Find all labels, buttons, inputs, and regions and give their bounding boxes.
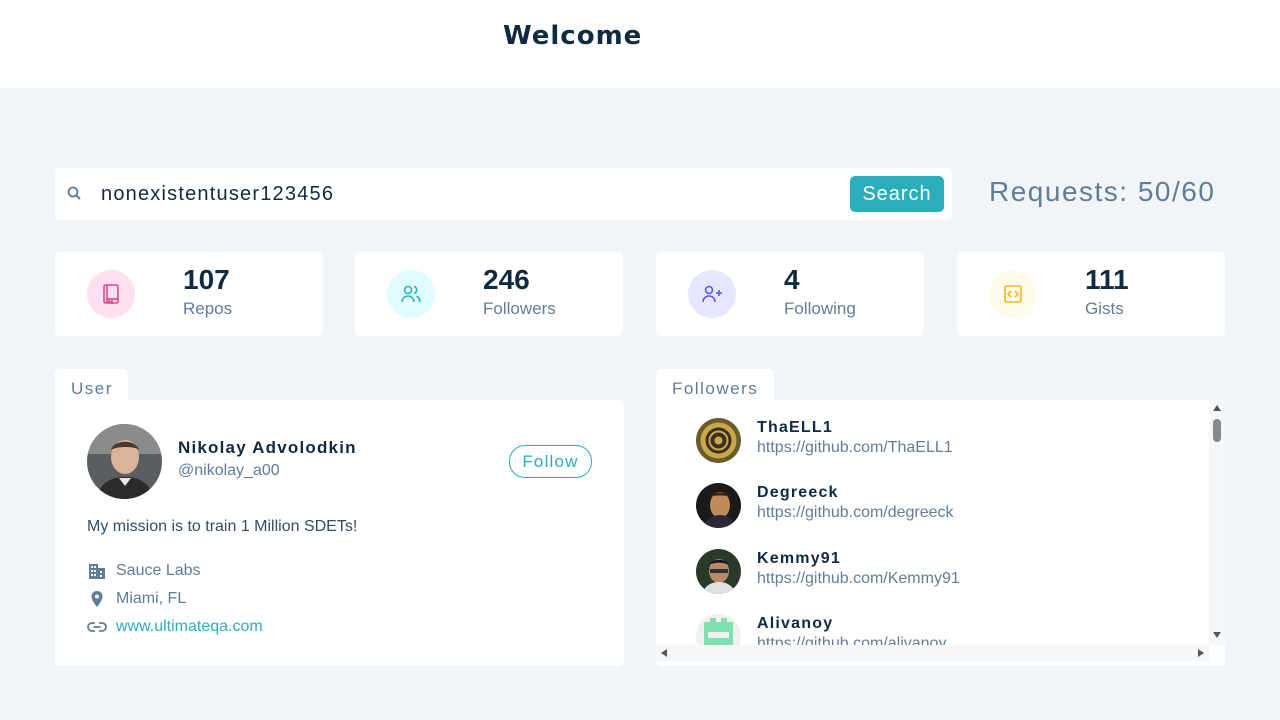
user-handle: @nikolay_a00 (178, 462, 280, 479)
top-bar: Welcome (0, 0, 1280, 88)
location-pin-icon (87, 589, 107, 609)
follower-name: ThaELL1 (757, 419, 833, 436)
follower-url[interactable]: https://github.com/degreeck (757, 504, 954, 522)
book-icon (87, 270, 135, 318)
stat-label: Gists (1085, 299, 1124, 318)
location-text: Miami, FL (116, 590, 187, 607)
follow-button[interactable]: Follow (509, 445, 592, 478)
blog-link[interactable]: www.ultimateqa.com (116, 618, 263, 636)
followers-card-tab: Followers (656, 369, 774, 401)
search-input[interactable] (101, 178, 801, 210)
building-icon (87, 561, 107, 581)
stat-card-following: 4 Following (656, 252, 924, 336)
user-bio: My mission is to train 1 Million SDETs! (87, 518, 358, 535)
user-location: Miami, FL (87, 588, 186, 610)
stat-value: 111 (1085, 264, 1129, 295)
follower-name: Degreeck (757, 484, 839, 501)
follower-url[interactable]: https://github.com/alivanoy (757, 635, 946, 645)
follower-url[interactable]: https://github.com/Kemmy91 (757, 570, 960, 588)
scroll-down-icon[interactable] (1213, 632, 1221, 638)
follower-avatar (696, 418, 741, 463)
user-plus-icon (688, 270, 736, 318)
link-icon (87, 617, 107, 637)
scroll-thumb[interactable] (1213, 419, 1221, 442)
followers-list[interactable]: ThaELL1 https://github.com/ThaELL1 Degre… (656, 400, 1209, 645)
scroll-left-icon[interactable] (661, 649, 667, 657)
code-icon (989, 270, 1037, 318)
stat-card-repos: 107 Repos (55, 252, 323, 336)
vertical-scrollbar[interactable] (1209, 400, 1225, 645)
stat-card-followers: 246 Followers (355, 252, 623, 336)
user-name: Nikolay Advolodkin (178, 438, 357, 457)
stat-card-gists: 111 Gists (957, 252, 1225, 336)
follower-item[interactable]: Kemmy91 https://github.com/Kemmy91 (696, 549, 1176, 599)
followers-card: ThaELL1 https://github.com/ThaELL1 Degre… (656, 400, 1225, 666)
page-title: Welcome (503, 21, 643, 51)
follower-avatar (696, 483, 741, 528)
users-icon (387, 270, 435, 318)
horizontal-scrollbar[interactable] (656, 645, 1209, 661)
scroll-up-icon[interactable] (1213, 405, 1221, 411)
user-card: Nikolay Advolodkin @nikolay_a00 Follow M… (55, 400, 624, 666)
stat-label: Repos (183, 299, 233, 318)
company-text: Sauce Labs (116, 562, 201, 579)
follower-name: Kemmy91 (757, 550, 842, 567)
scroll-right-icon[interactable] (1198, 649, 1204, 657)
follower-item[interactable]: Alivanoy https://github.com/alivanoy (696, 614, 1176, 645)
follower-item[interactable]: ThaELL1 https://github.com/ThaELL1 (696, 418, 1176, 468)
follower-avatar (696, 614, 741, 645)
stat-value: 246 (483, 264, 530, 295)
stat-value: 107 (183, 264, 230, 295)
follower-name: Alivanoy (757, 615, 834, 632)
search-form: Search (55, 168, 952, 220)
user-company: Sauce Labs (87, 560, 201, 582)
stat-label: Followers (483, 299, 556, 318)
follower-item[interactable]: Degreeck https://github.com/degreeck (696, 483, 1176, 533)
search-icon (65, 184, 85, 204)
requests-counter: Requests: 50/60 (989, 176, 1216, 207)
search-button[interactable]: Search (850, 176, 944, 212)
follower-url[interactable]: https://github.com/ThaELL1 (757, 439, 953, 457)
avatar (87, 424, 162, 499)
user-blog: www.ultimateqa.com (87, 616, 263, 638)
user-card-tab: User (55, 369, 128, 401)
stat-value: 4 (784, 264, 800, 295)
follower-avatar (696, 549, 741, 594)
stat-label: Following (784, 299, 856, 318)
